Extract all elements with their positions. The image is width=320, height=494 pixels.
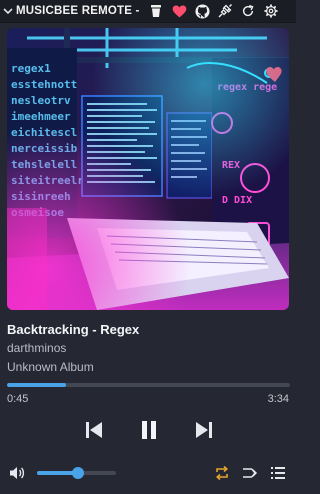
title-bar: MUSICBEE REMOTE - ... — [0, 0, 296, 23]
progress-fill — [7, 383, 67, 387]
chevron-down-icon[interactable] — [0, 0, 16, 22]
skip-next-icon — [196, 422, 212, 438]
previous-button[interactable] — [82, 418, 106, 442]
skip-previous-icon — [86, 422, 102, 438]
track-album: Unknown Album — [7, 360, 94, 374]
refresh-icon[interactable] — [238, 0, 258, 22]
volume-thumb[interactable] — [72, 467, 85, 479]
progress-bar[interactable] — [7, 383, 290, 387]
plug-icon[interactable] — [215, 0, 235, 22]
shuffle-button[interactable] — [240, 463, 260, 483]
queue-list-icon — [271, 467, 285, 479]
album-artwork: regex1 esstehnott nesleotrv imeehmeer ei… — [7, 28, 289, 310]
total-time: 3:34 — [267, 393, 289, 405]
app-title: MUSICBEE REMOTE - ... — [16, 5, 140, 17]
repeat-button[interactable] — [212, 463, 232, 483]
speaker-icon[interactable] — [8, 464, 26, 482]
heart-icon[interactable] — [169, 0, 189, 22]
repeat-icon — [215, 465, 229, 481]
play-pause-button[interactable] — [135, 416, 163, 444]
github-icon[interactable] — [192, 0, 212, 22]
queue-button[interactable] — [268, 463, 288, 483]
shuffle-icon — [243, 468, 258, 478]
pause-icon — [142, 421, 156, 439]
track-title: Backtracking - Regex — [7, 322, 140, 337]
gear-icon[interactable] — [261, 0, 281, 22]
elapsed-time: 0:45 — [7, 393, 29, 405]
volume-slider[interactable] — [37, 467, 116, 479]
cup-icon[interactable] — [146, 0, 166, 22]
track-artist: darthminos — [7, 341, 67, 355]
next-button[interactable] — [192, 418, 216, 442]
